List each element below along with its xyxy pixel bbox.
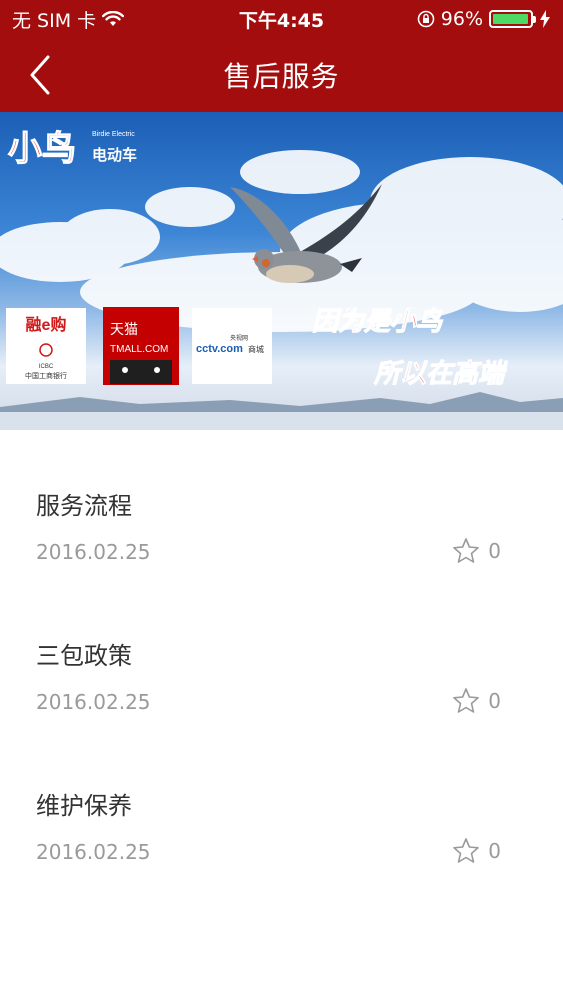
item-date: 2016.02.25 bbox=[36, 690, 151, 714]
partner-icbc-card[interactable]: 融e购 ICBC 中国工商银行 bbox=[6, 308, 86, 384]
battery-fill bbox=[493, 14, 528, 24]
back-chevron-icon[interactable] bbox=[22, 55, 62, 95]
partner-tmall-card[interactable]: 天猫 TMALL.COM bbox=[103, 307, 179, 385]
favorite-control[interactable]: 0 bbox=[452, 537, 501, 565]
partner-3-sub: 商城 bbox=[248, 344, 264, 354]
slogan-line-2: 所以在高端 bbox=[373, 358, 508, 388]
star-icon[interactable] bbox=[452, 537, 480, 565]
favorite-count: 0 bbox=[488, 839, 501, 863]
partner-2-en: TMALL.COM bbox=[110, 344, 168, 355]
item-title: 三包政策 bbox=[36, 642, 132, 670]
item-title: 维护保养 bbox=[36, 792, 132, 820]
item-date: 2016.02.25 bbox=[36, 540, 151, 564]
partner-3-name: 央视网 bbox=[230, 334, 248, 342]
nav-bar: 售后服务 bbox=[0, 38, 563, 112]
favorite-count: 0 bbox=[488, 689, 501, 713]
status-right: 96% bbox=[417, 8, 551, 30]
wifi-icon bbox=[102, 11, 125, 26]
star-icon[interactable] bbox=[452, 687, 480, 715]
brand-sub: 电动车 bbox=[92, 146, 137, 164]
partner-cctv-card[interactable]: 央视网 cctv.com 商城 bbox=[192, 308, 272, 384]
page-title: 售后服务 bbox=[223, 60, 340, 93]
charging-bolt-icon bbox=[540, 10, 550, 28]
rotation-lock-icon bbox=[417, 10, 435, 28]
status-left: 无 SIM 卡 bbox=[12, 6, 125, 33]
article-list: 服务流程 2016.02.25 0 三包政策 2016.02.25 0 维护保养… bbox=[0, 430, 563, 880]
partner-1-name: 融e购 bbox=[26, 315, 67, 334]
status-bar: 无 SIM 卡 下午4:45 96% bbox=[0, 0, 563, 38]
partner-1-code: ICBC bbox=[39, 364, 54, 370]
sea bbox=[0, 412, 563, 430]
brand-main: 小鸟 bbox=[8, 130, 76, 168]
battery-icon bbox=[489, 10, 536, 28]
list-item[interactable]: 服务流程 2016.02.25 0 bbox=[0, 430, 563, 580]
brand-en: Birdie Electric bbox=[92, 131, 135, 138]
banner-artwork: 小鸟 Birdie Electric 电动车 融e购 ICBC 中国工商银行 天… bbox=[0, 129, 563, 430]
battery-percent: 96% bbox=[440, 8, 483, 30]
partner-1-sub: 中国工商银行 bbox=[25, 371, 67, 380]
partner-2-name: 天猫 bbox=[110, 321, 138, 337]
slogan-line-1: 因为是小鸟 bbox=[312, 306, 443, 336]
partner-3-en: cctv.com bbox=[196, 343, 243, 355]
brand-logo: 小鸟 Birdie Electric 电动车 bbox=[7, 129, 137, 168]
item-date: 2016.02.25 bbox=[36, 840, 151, 864]
favorite-control[interactable]: 0 bbox=[452, 837, 501, 865]
item-title: 服务流程 bbox=[36, 492, 132, 520]
list-item[interactable]: 三包政策 2016.02.25 0 bbox=[0, 580, 563, 730]
favorite-control[interactable]: 0 bbox=[452, 687, 501, 715]
star-icon[interactable] bbox=[452, 837, 480, 865]
carrier-label: 无 SIM 卡 bbox=[12, 9, 97, 32]
favorite-count: 0 bbox=[488, 539, 501, 563]
promo-banner[interactable]: 小鸟 Birdie Electric 电动车 融e购 ICBC 中国工商银行 天… bbox=[0, 112, 563, 430]
list-item[interactable]: 维护保养 2016.02.25 0 bbox=[0, 730, 563, 880]
